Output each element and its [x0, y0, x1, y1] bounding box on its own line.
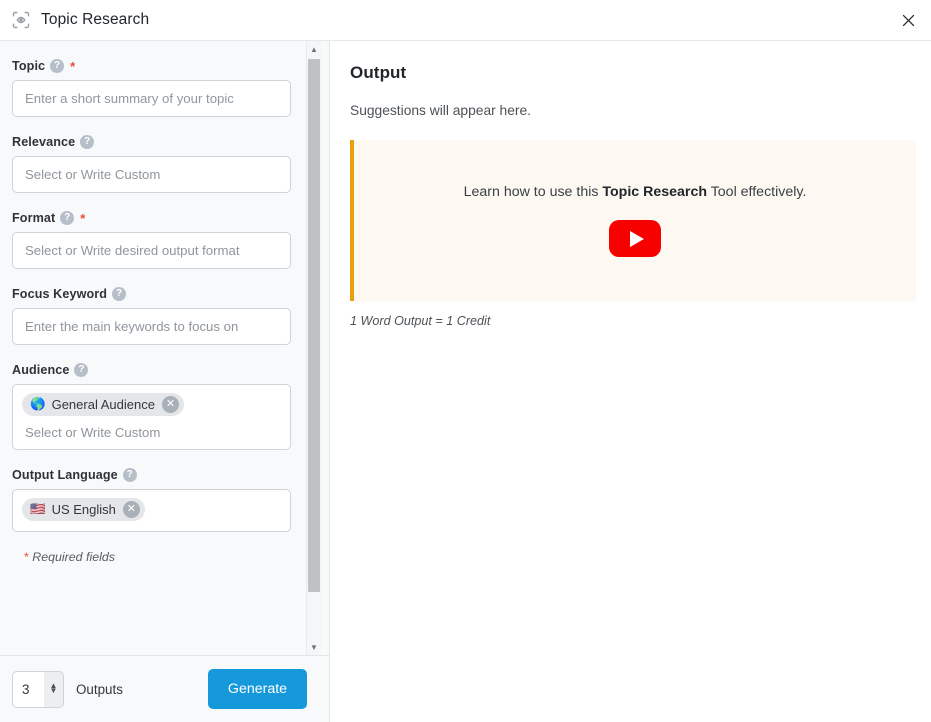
help-icon[interactable]: ? — [50, 59, 64, 73]
outputs-stepper[interactable]: 3 ▲ ▼ — [12, 671, 64, 708]
close-icon[interactable] — [895, 7, 921, 33]
globe-icon: 🌎 — [30, 398, 46, 411]
field-label-format: Format ? * — [12, 211, 303, 225]
spinner-down-icon[interactable]: ▼ — [50, 689, 58, 694]
credit-note: 1 Word Output = 1 Credit — [350, 314, 915, 328]
output-title: Output — [350, 63, 915, 83]
topic-research-modal: Topic Research Topic ? * — [0, 0, 931, 722]
form-scrollbar[interactable]: ▲ ▼ — [306, 41, 321, 655]
field-relevance: Relevance ? — [12, 135, 303, 193]
chip-remove-icon[interactable]: ✕ — [123, 501, 140, 518]
generate-button[interactable]: Generate — [208, 669, 307, 709]
scroll-down-icon[interactable]: ▼ — [307, 639, 322, 655]
focus-keyword-input[interactable] — [12, 308, 291, 345]
required-marker: * — [80, 212, 85, 225]
field-label-relevance: Relevance ? — [12, 135, 303, 149]
field-format: Format ? * — [12, 211, 303, 269]
help-icon[interactable]: ? — [74, 363, 88, 377]
outputs-label: Outputs — [76, 682, 123, 697]
output-panel: Output Suggestions will appear here. Lea… — [330, 41, 931, 722]
field-audience: Audience ? 🌎 General Audience ✕ Select o… — [12, 363, 303, 450]
scan-eye-icon — [10, 9, 32, 31]
help-icon[interactable]: ? — [80, 135, 94, 149]
chip-label: General Audience — [52, 397, 155, 412]
scroll-up-icon[interactable]: ▲ — [307, 41, 322, 57]
audience-input[interactable]: Select or Write Custom — [22, 418, 281, 442]
scrollbar-thumb[interactable] — [308, 59, 320, 592]
help-icon[interactable]: ? — [60, 211, 74, 225]
scrollbar-track[interactable] — [307, 57, 322, 639]
outputs-value[interactable]: 3 — [13, 682, 44, 697]
help-icon[interactable]: ? — [123, 468, 137, 482]
field-label-focus-keyword: Focus Keyword ? — [12, 287, 303, 301]
modal-header: Topic Research — [0, 0, 931, 41]
field-output-language: Output Language ? 🇺🇸 US English ✕ — [12, 468, 303, 532]
form-panel: Topic ? * Relevance ? — [0, 41, 330, 722]
field-focus-keyword: Focus Keyword ? — [12, 287, 303, 345]
youtube-play-icon[interactable] — [609, 220, 661, 257]
promo-text: Learn how to use this Topic Research Too… — [464, 184, 807, 200]
us-flag-icon: 🇺🇸 — [30, 503, 46, 516]
required-fields-note: * Required fields — [12, 550, 303, 564]
chip-us-english[interactable]: 🇺🇸 US English ✕ — [22, 498, 145, 521]
outputs-spinner[interactable]: ▲ ▼ — [44, 672, 63, 707]
field-label-topic: Topic ? * — [12, 59, 303, 73]
relevance-input[interactable] — [12, 156, 291, 193]
field-label-output-language: Output Language ? — [12, 468, 303, 482]
modal-body: Topic ? * Relevance ? — [0, 41, 931, 722]
form-footer: 3 ▲ ▼ Outputs Generate — [0, 655, 329, 722]
promo-callout: Learn how to use this Topic Research Too… — [350, 140, 916, 301]
field-topic: Topic ? * — [12, 59, 303, 117]
chip-general-audience[interactable]: 🌎 General Audience ✕ — [22, 393, 184, 416]
field-label-audience: Audience ? — [12, 363, 303, 377]
help-icon[interactable]: ? — [112, 287, 126, 301]
page-title: Topic Research — [41, 11, 149, 29]
chip-remove-icon[interactable]: ✕ — [162, 396, 179, 413]
audience-chips-box[interactable]: 🌎 General Audience ✕ Select or Write Cus… — [12, 384, 291, 450]
form-scroll-area: Topic ? * Relevance ? — [0, 41, 329, 655]
required-marker: * — [70, 60, 75, 73]
output-language-chips-box[interactable]: 🇺🇸 US English ✕ — [12, 489, 291, 532]
format-input[interactable] — [12, 232, 291, 269]
topic-input[interactable] — [12, 80, 291, 117]
output-subtitle: Suggestions will appear here. — [350, 103, 915, 118]
chip-label: US English — [52, 502, 116, 517]
